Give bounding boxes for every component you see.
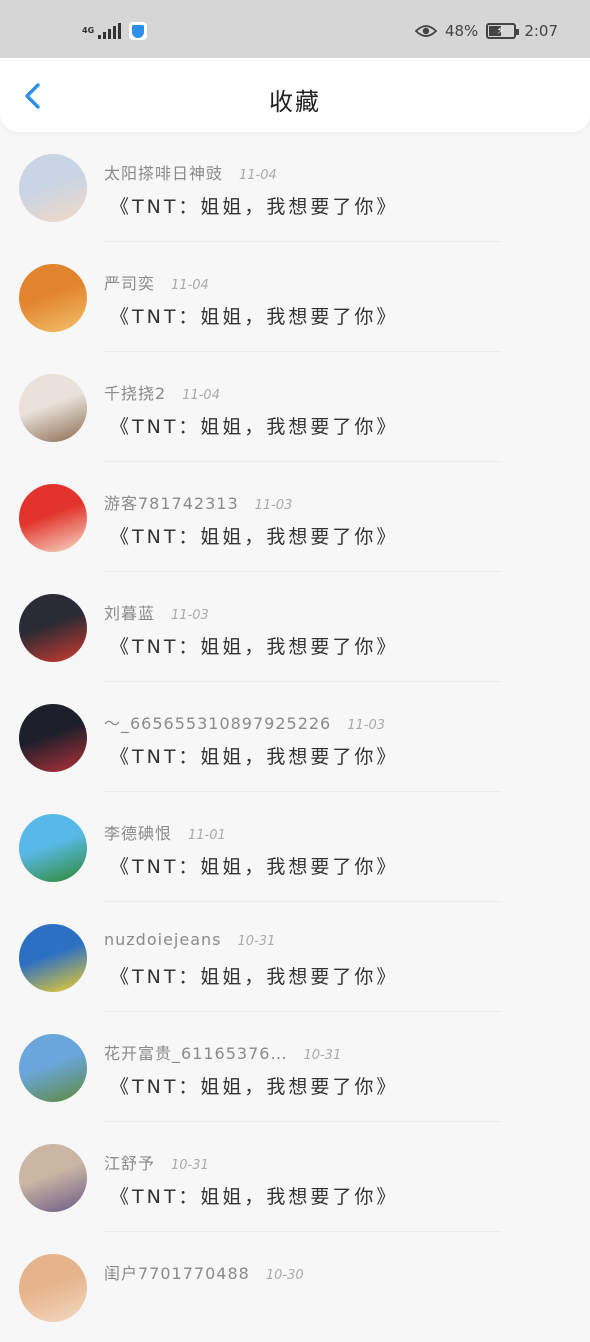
user-name: 刘暮蓝	[104, 604, 156, 623]
user-name: 闺户7701770488	[104, 1264, 250, 1283]
item-message: 《TNT：姐姐，我想要了你》	[110, 196, 399, 218]
avatar	[19, 704, 87, 772]
item-date: 10-31	[237, 934, 276, 949]
list-item[interactable]: 闺户7701770488 10-30	[0, 1232, 590, 1342]
avatar	[19, 1254, 87, 1322]
user-name: ～_665655310897925226	[104, 714, 332, 733]
item-date: 11-03	[254, 498, 293, 513]
signal-icon	[98, 23, 121, 39]
user-name: 李德碘恨	[104, 824, 173, 843]
battery-icon: ⚡	[486, 23, 520, 39]
item-message: 《TNT：姐姐，我想要了你》	[110, 1076, 399, 1098]
avatar	[19, 1034, 87, 1102]
list-item[interactable]: ～_665655310897925226 11-03 《TNT：姐姐，我想要了你》	[0, 682, 590, 792]
network-type: 4G	[82, 26, 95, 35]
list-item[interactable]: 李德碘恨 11-01 《TNT：姐姐，我想要了你》	[0, 792, 590, 902]
item-message: 《TNT：姐姐，我想要了你》	[110, 636, 399, 658]
list-item[interactable]: 刘暮蓝 11-03 《TNT：姐姐，我想要了你》	[0, 572, 590, 682]
user-name: 花开富贵_61165376…	[104, 1044, 288, 1063]
nav-bar: 收藏	[0, 58, 590, 132]
item-message: 《TNT：姐姐，我想要了你》	[110, 966, 399, 988]
item-message: 《TNT：姐姐，我想要了你》	[110, 526, 399, 548]
user-name: 太阳搽啡日神豉	[104, 164, 224, 183]
item-date: 10-31	[303, 1048, 342, 1063]
page-title: 收藏	[269, 88, 321, 116]
item-message: 《TNT：姐姐，我想要了你》	[110, 416, 399, 438]
battery-percent: 48%	[444, 22, 479, 40]
item-date: 11-04	[171, 278, 209, 293]
item-date: 11-01	[188, 828, 226, 843]
avatar	[19, 1144, 87, 1212]
status-bar: 4G 48% ⚡ 2:07	[0, 0, 590, 58]
item-message: 《TNT：姐姐，我想要了你》	[110, 856, 399, 878]
avatar	[19, 924, 87, 992]
list-item[interactable]: 太阳搽啡日神豉 11-04 《TNT：姐姐，我想要了你》	[0, 132, 590, 242]
item-date: 10-31	[171, 1158, 209, 1173]
avatar	[19, 484, 87, 552]
status-right: 48% ⚡ 2:07	[414, 22, 558, 40]
item-date: 11-04	[182, 388, 220, 403]
list-item[interactable]: 严司奕 11-04 《TNT：姐姐，我想要了你》	[0, 242, 590, 352]
list-item[interactable]: 千挠挠2 11-04 《TNT：姐姐，我想要了你》	[0, 352, 590, 462]
shield-icon	[129, 22, 147, 40]
eye-icon	[414, 25, 437, 37]
list-item[interactable]: nuzdoiejeans 10-31 《TNT：姐姐，我想要了你》	[0, 902, 590, 1012]
item-message: 《TNT：姐姐，我想要了你》	[110, 746, 399, 768]
user-name: 江舒予	[104, 1154, 156, 1173]
avatar	[19, 374, 87, 442]
list-item[interactable]: 花开富贵_61165376… 10-31 《TNT：姐姐，我想要了你》	[0, 1012, 590, 1122]
user-name: 严司奕	[104, 274, 156, 293]
status-left: 4G	[82, 22, 147, 40]
user-name: 游客781742313	[104, 494, 239, 513]
item-date: 11-04	[239, 168, 277, 183]
item-date: 10-30	[265, 1268, 304, 1283]
list-item[interactable]: 游客781742313 11-03 《TNT：姐姐，我想要了你》	[0, 462, 590, 572]
avatar	[19, 814, 87, 882]
item-date: 11-03	[171, 608, 209, 623]
avatar	[19, 264, 87, 332]
list-item[interactable]: 江舒予 10-31 《TNT：姐姐，我想要了你》	[0, 1122, 590, 1232]
item-message: 《TNT：姐姐，我想要了你》	[110, 1186, 399, 1208]
avatar	[19, 154, 87, 222]
avatar	[19, 594, 87, 662]
favorites-list: 太阳搽啡日神豉 11-04 《TNT：姐姐，我想要了你》 严司奕 11-04 《TN…	[0, 132, 590, 1342]
user-name: nuzdoiejeans	[104, 930, 222, 949]
item-message: 《TNT：姐姐，我想要了你》	[110, 306, 399, 328]
clock: 2:07	[524, 22, 558, 40]
user-name: 千挠挠2	[104, 384, 167, 403]
item-date: 11-03	[347, 718, 386, 733]
